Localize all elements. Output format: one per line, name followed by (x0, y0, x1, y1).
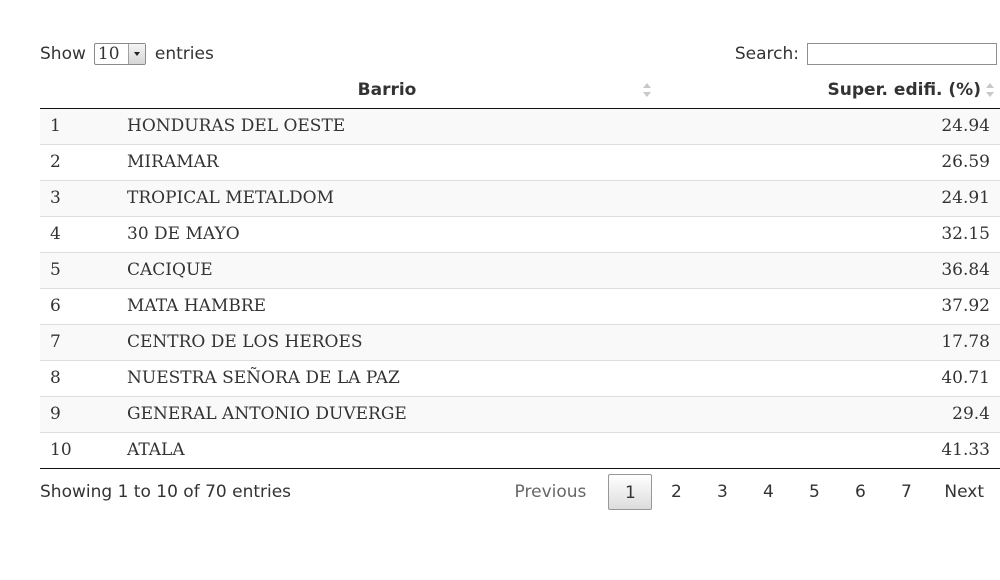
sort-both-icon (643, 83, 651, 97)
cell-index: 3 (40, 179, 117, 216)
table-row: 3 TROPICAL METALDOM 24.91 (40, 179, 1000, 216)
cell-super-edifi: 24.91 (657, 179, 1000, 216)
cell-super-edifi: 24.94 (657, 108, 1000, 144)
cell-barrio: GENERAL ANTONIO DUVERGE (117, 395, 657, 432)
table-body: 1 HONDURAS DEL OESTE 24.94 2 MIRAMAR 26.59 3 TR… (40, 108, 1000, 469)
pagination: Previous 1 2 3 4 5 6 7 Next (513, 474, 1000, 510)
cell-barrio: 30 DE MAYO (117, 215, 657, 252)
table-row: 5 CACIQUE 36.84 (40, 251, 1000, 288)
cell-super-edifi: 29.4 (657, 395, 1000, 432)
chevron-down-icon (133, 52, 140, 56)
cell-index: 9 (40, 395, 117, 432)
table-info: Showing 1 to 10 of 70 entries (40, 482, 292, 502)
page-length-control: Show 10 entries (40, 42, 214, 66)
cell-super-edifi: 37.92 (657, 287, 1000, 324)
page-button-2[interactable]: 2 (654, 474, 698, 510)
page-button-6[interactable]: 6 (838, 474, 882, 510)
table-row: 10 ATALA 41.33 (40, 431, 1000, 469)
cell-barrio: ATALA (117, 431, 657, 469)
cell-index: 5 (40, 251, 117, 288)
table-row: 4 30 DE MAYO 32.15 (40, 215, 1000, 252)
page-length-value: 10 (97, 44, 120, 64)
page-button-3[interactable]: 3 (700, 474, 744, 510)
table-row: 9 GENERAL ANTONIO DUVERGE 29.4 (40, 395, 1000, 432)
previous-button: Previous (514, 482, 587, 502)
table-row: 8 NUESTRA SEÑORA DE LA PAZ 40.71 (40, 359, 1000, 396)
column-header-barrio[interactable]: Barrio (117, 72, 657, 109)
page-button-5[interactable]: 5 (792, 474, 836, 510)
page-button-4[interactable]: 4 (746, 474, 790, 510)
cell-index: 4 (40, 215, 117, 252)
cell-super-edifi: 26.59 (657, 143, 1000, 180)
select-dropdown-button[interactable] (127, 44, 145, 64)
length-suffix: entries (154, 44, 214, 64)
length-prefix: Show (40, 44, 86, 64)
cell-barrio: TROPICAL METALDOM (117, 179, 657, 216)
cell-index: 1 (40, 108, 117, 144)
cell-super-edifi: 36.84 (657, 251, 1000, 288)
column-header-barrio-label: Barrio (357, 79, 417, 100)
page-button-7[interactable]: 7 (884, 474, 928, 510)
cell-barrio: MIRAMAR (117, 143, 657, 180)
cell-index: 2 (40, 143, 117, 180)
cell-barrio: CENTRO DE LOS HEROES (117, 323, 657, 360)
cell-barrio: NUESTRA SEÑORA DE LA PAZ (117, 359, 657, 396)
table-row: 6 MATA HAMBRE 37.92 (40, 287, 1000, 324)
cell-index: 8 (40, 359, 117, 396)
cell-index: 7 (40, 323, 117, 360)
column-header-index (40, 72, 117, 109)
cell-barrio: HONDURAS DEL OESTE (117, 108, 657, 144)
search-input[interactable] (807, 43, 997, 65)
search-control: Search: (735, 42, 997, 66)
cell-super-edifi: 41.33 (657, 431, 1000, 469)
data-table: Barrio Super. edifi. (%) 1 HONDURAS DEL O… (40, 72, 1000, 469)
page-length-select[interactable]: 10 (93, 43, 146, 65)
cell-index: 6 (40, 287, 117, 324)
next-button[interactable]: Next (930, 474, 1000, 510)
cell-index: 10 (40, 431, 117, 469)
cell-barrio: MATA HAMBRE (117, 287, 657, 324)
column-header-super-edifi[interactable]: Super. edifi. (%) (657, 72, 1000, 109)
table-row: 1 HONDURAS DEL OESTE 24.94 (40, 108, 1000, 144)
cell-super-edifi: 32.15 (657, 215, 1000, 252)
table-row: 7 CENTRO DE LOS HEROES 17.78 (40, 323, 1000, 360)
sort-both-icon (986, 83, 994, 97)
cell-super-edifi: 17.78 (657, 323, 1000, 360)
table-row: 2 MIRAMAR 26.59 (40, 143, 1000, 180)
column-header-super-edifi-label: Super. edifi. (%) (827, 79, 981, 100)
datatable-wrapper: Show 10 entries Search: Barrio Super. ed… (0, 0, 1000, 580)
cell-super-edifi: 40.71 (657, 359, 1000, 396)
search-label: Search: (734, 44, 799, 64)
cell-barrio: CACIQUE (117, 251, 657, 288)
header-row: Barrio Super. edifi. (%) (40, 72, 1000, 109)
page-button-1[interactable]: 1 (608, 474, 653, 510)
